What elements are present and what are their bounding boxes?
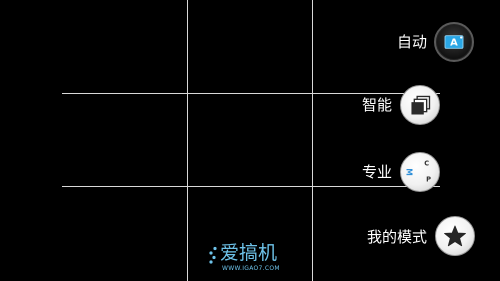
grid-line-vertical-right — [312, 0, 313, 281]
pro-mode-button[interactable]: C P M — [400, 152, 440, 192]
smart-scene-icon — [411, 95, 431, 115]
watermark-url: WWW.IGAO7.COM — [222, 265, 280, 272]
site-watermark: 爱搞机 WWW.IGAO7.COM — [208, 242, 303, 276]
dial-letter-p: P — [426, 176, 431, 184]
svg-text:A: A — [450, 38, 458, 49]
watermark-logo-icon — [209, 246, 217, 264]
smart-mode-button[interactable] — [400, 85, 440, 125]
pro-mode-dial-icon: C P M — [405, 159, 431, 184]
dial-letter-c: C — [424, 159, 429, 167]
dial-letter-m: M — [405, 168, 414, 176]
auto-mode-icon: A — [444, 35, 464, 49]
pro-mode-label[interactable]: 专业 — [362, 163, 392, 181]
smart-mode-label[interactable]: 智能 — [362, 96, 392, 114]
grid-line-horizontal-bottom — [62, 186, 440, 187]
my-mode-button[interactable] — [435, 216, 475, 256]
auto-mode-label[interactable]: 自动 — [397, 33, 427, 51]
watermark-title: 爱搞机 — [220, 242, 278, 264]
star-icon — [444, 225, 466, 247]
grid-line-horizontal-top — [62, 93, 440, 94]
my-mode-label[interactable]: 我的模式 — [367, 228, 427, 246]
grid-line-vertical-left — [187, 0, 188, 281]
auto-mode-button[interactable]: A — [434, 22, 474, 62]
